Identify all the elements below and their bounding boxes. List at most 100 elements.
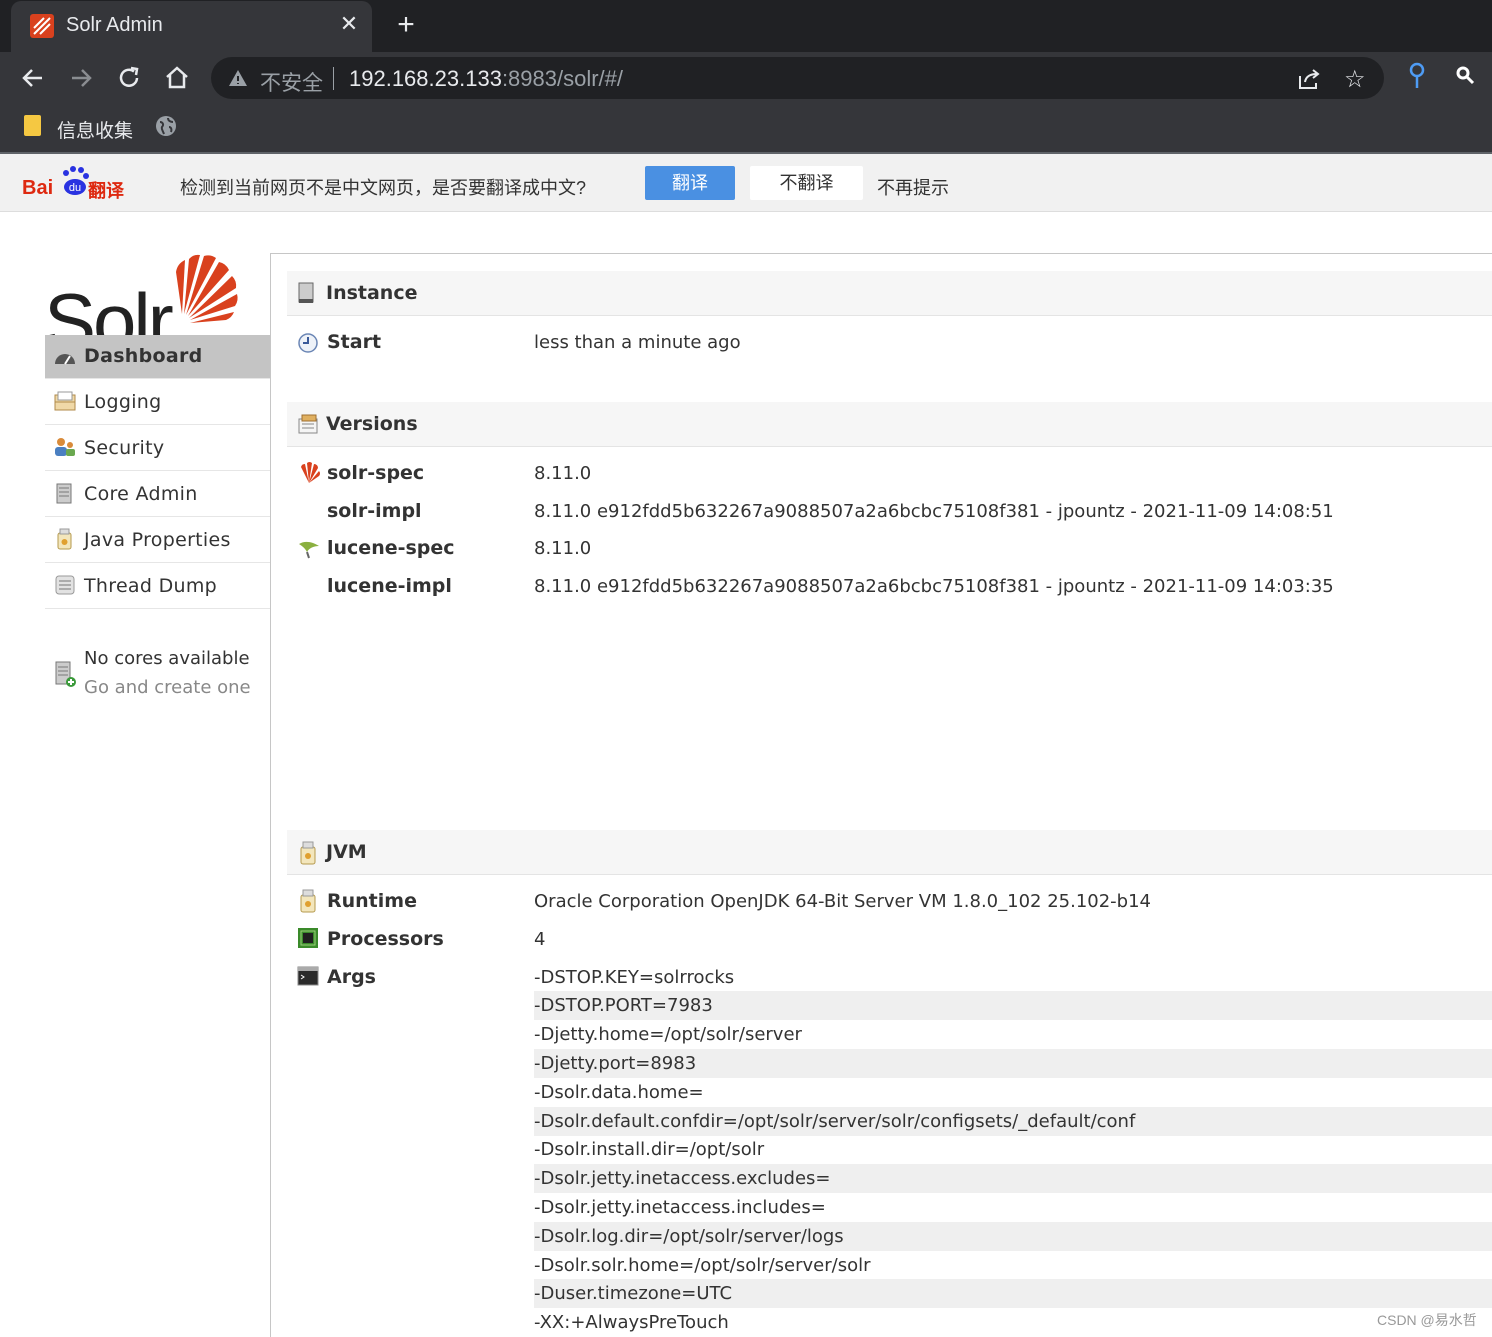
solr-impl-label: solr-impl xyxy=(327,500,422,522)
sidebar-item-label: Logging xyxy=(84,391,162,413)
solr-impl-value: 8.11.0 e912fdd5b632267a9088507a2a6bcbc75… xyxy=(534,501,1334,522)
create-core-link[interactable]: Go and create one xyxy=(84,677,251,698)
sidebar-divider xyxy=(270,254,271,1337)
sidebar-item-java-properties[interactable]: Java Properties xyxy=(45,517,270,563)
arg-item: -Djetty.home=/opt/solr/server xyxy=(534,1024,802,1045)
location-pin-icon[interactable] xyxy=(1406,62,1428,97)
sidebar-item-dashboard[interactable]: Dashboard xyxy=(45,335,270,379)
url-text[interactable]: 192.168.23.133:8983/solr/#/ xyxy=(349,66,623,92)
arg-item: -Duser.timezone=UTC xyxy=(534,1279,1492,1308)
sidebar-item-label: Security xyxy=(84,437,165,459)
instance-title: Instance xyxy=(326,282,418,304)
browser-tab[interactable]: Solr Admin ✕ xyxy=(11,1,372,52)
sidebar-item-core-admin[interactable]: Core Admin xyxy=(45,471,270,517)
watermark: CSDN @易水哲 xyxy=(1377,1312,1477,1328)
versions-section-header: Versions xyxy=(287,402,1492,447)
tab-title: Solr Admin xyxy=(66,14,163,36)
jvm-title: JVM xyxy=(326,841,367,863)
forward-arrow-icon[interactable] xyxy=(66,63,96,93)
address-bar[interactable]: 不安全 192.168.23.133:8983/solr/#/ ☆ xyxy=(211,57,1384,99)
search-extension-icon[interactable] xyxy=(1454,64,1476,91)
lucene-spec-value: 8.11.0 xyxy=(534,538,592,559)
args-label: Args xyxy=(327,966,376,988)
no-prompt-link[interactable]: 不再提示 xyxy=(877,174,949,200)
arg-item: -XX:+AlwaysPreTouch xyxy=(534,1312,729,1333)
share-icon[interactable] xyxy=(1296,66,1322,97)
runtime-value: Oracle Corporation OpenJDK 64-Bit Server… xyxy=(534,891,1152,912)
dashboard-icon xyxy=(53,346,75,368)
browser-toolbar: 不安全 192.168.23.133:8983/solr/#/ ☆ xyxy=(0,52,1492,104)
solr-spec-label: solr-spec xyxy=(327,462,425,484)
sidebar-item-security[interactable]: Security xyxy=(45,425,270,471)
warning-triangle-icon[interactable] xyxy=(227,67,249,94)
bookmark-star-icon[interactable]: ☆ xyxy=(1344,65,1366,94)
sidebar-item-label: Java Properties xyxy=(84,529,231,551)
cores-panel: No cores available Go and create one xyxy=(45,645,270,705)
sidebar-item-logging[interactable]: Logging xyxy=(45,379,270,425)
url-host: 192.168.23.133 xyxy=(349,66,502,91)
arg-item: -Dsolr.jetty.inetaccess.excludes= xyxy=(534,1164,1492,1193)
jvm-section-header: JVM xyxy=(287,830,1492,875)
url-path: :8983/solr/#/ xyxy=(501,66,624,91)
back-arrow-icon[interactable] xyxy=(18,63,48,93)
omnibox-divider xyxy=(333,67,334,90)
new-tab-button[interactable]: + xyxy=(392,8,420,42)
no-translate-button[interactable]: 不翻译 xyxy=(750,166,863,200)
no-cores-text: No cores available xyxy=(84,648,250,669)
baidu-logo-suffix: 翻译 xyxy=(88,181,124,201)
tab-close-icon[interactable]: ✕ xyxy=(337,11,361,37)
runtime-label: Runtime xyxy=(327,890,417,912)
security-label[interactable]: 不安全 xyxy=(260,67,323,97)
core-admin-icon xyxy=(53,482,75,504)
home-icon[interactable] xyxy=(162,63,192,93)
arg-item: -Dsolr.default.confdir=/opt/solr/server/… xyxy=(534,1107,1492,1136)
baidu-paw-icon: du xyxy=(60,165,90,202)
runtime-icon xyxy=(297,889,319,918)
svg-text:du: du xyxy=(69,182,81,194)
security-icon xyxy=(53,436,75,458)
start-label: Start xyxy=(327,331,382,353)
server-icon xyxy=(297,282,315,309)
sidebar-item-thread-dump[interactable]: Thread Dump xyxy=(45,563,270,609)
solr-spec-value: 8.11.0 xyxy=(534,463,592,484)
folder-icon[interactable] xyxy=(24,115,41,136)
arg-item: -DSTOP.PORT=7983 xyxy=(534,991,1492,1020)
solr-favicon-icon xyxy=(30,14,54,38)
start-value: less than a minute ago xyxy=(534,332,741,353)
sidebar-item-label: Thread Dump xyxy=(84,575,218,597)
reload-icon[interactable] xyxy=(114,63,144,93)
solr-icon xyxy=(297,461,321,490)
instance-section-header: Instance xyxy=(287,271,1492,316)
arg-item: -Djetty.port=8983 xyxy=(534,1049,1492,1078)
versions-title: Versions xyxy=(326,413,418,435)
terminal-icon xyxy=(297,966,319,991)
clock-icon xyxy=(297,332,319,359)
java-jar-icon xyxy=(297,841,319,870)
browser-tab-strip: Solr Admin ✕ + xyxy=(0,0,1492,52)
lucene-icon xyxy=(297,538,323,565)
bookmark-folder-label[interactable]: 信息收集 xyxy=(57,116,133,143)
thread-dump-icon xyxy=(53,574,75,596)
arg-item: -Dsolr.log.dir=/opt/solr/server/logs xyxy=(534,1222,1492,1251)
arg-item: -Dsolr.solr.home=/opt/solr/server/solr xyxy=(534,1255,871,1276)
content-top-border xyxy=(270,253,1492,254)
lucene-spec-label: lucene-spec xyxy=(327,537,455,559)
arg-item: -Dsolr.install.dir=/opt/solr xyxy=(534,1139,765,1160)
baidu-translate-logo: Bai du 翻译 xyxy=(22,163,132,203)
add-core-icon xyxy=(54,661,76,691)
processor-chip-icon xyxy=(297,927,319,954)
versions-icon xyxy=(297,413,319,440)
bookmarks-bar: 信息收集 xyxy=(0,104,1492,152)
lucene-impl-label: lucene-impl xyxy=(327,575,452,597)
translate-button[interactable]: 翻译 xyxy=(645,166,735,200)
processors-value: 4 xyxy=(534,929,546,950)
arg-item: -DSTOP.KEY=solrrocks xyxy=(534,967,735,988)
arg-item: -Dsolr.data.home= xyxy=(534,1082,704,1103)
baidu-logo-text: Bai xyxy=(22,177,54,199)
logging-icon xyxy=(53,390,76,412)
sidebar-item-label: Dashboard xyxy=(84,345,203,367)
java-properties-icon xyxy=(53,528,75,550)
lucene-impl-value: 8.11.0 e912fdd5b632267a9088507a2a6bcbc75… xyxy=(534,576,1334,597)
globe-icon[interactable] xyxy=(154,114,178,143)
processors-label: Processors xyxy=(327,928,444,950)
